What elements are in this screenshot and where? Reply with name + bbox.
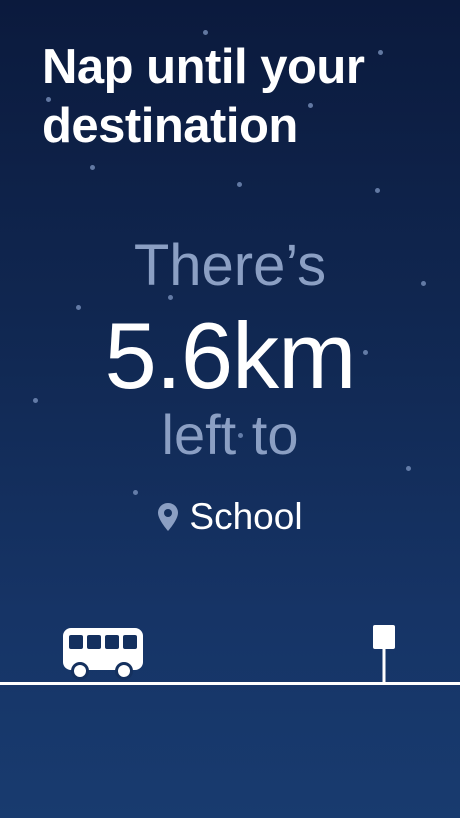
distance-prefix: There’s [133,233,327,298]
distance-suffix: left to [161,403,299,466]
star [375,188,380,193]
road-line [0,682,460,685]
destination-label: School [189,496,303,537]
distance-value: 5.6km [104,303,357,408]
star [90,165,95,170]
star [237,182,242,187]
star [203,30,208,35]
bus-stop-sign-icon [373,625,395,684]
bus-icon [63,628,143,680]
headline: Nap until your destination [42,40,365,153]
location-pin-icon [158,503,179,531]
destination-row[interactable]: School [0,494,460,540]
